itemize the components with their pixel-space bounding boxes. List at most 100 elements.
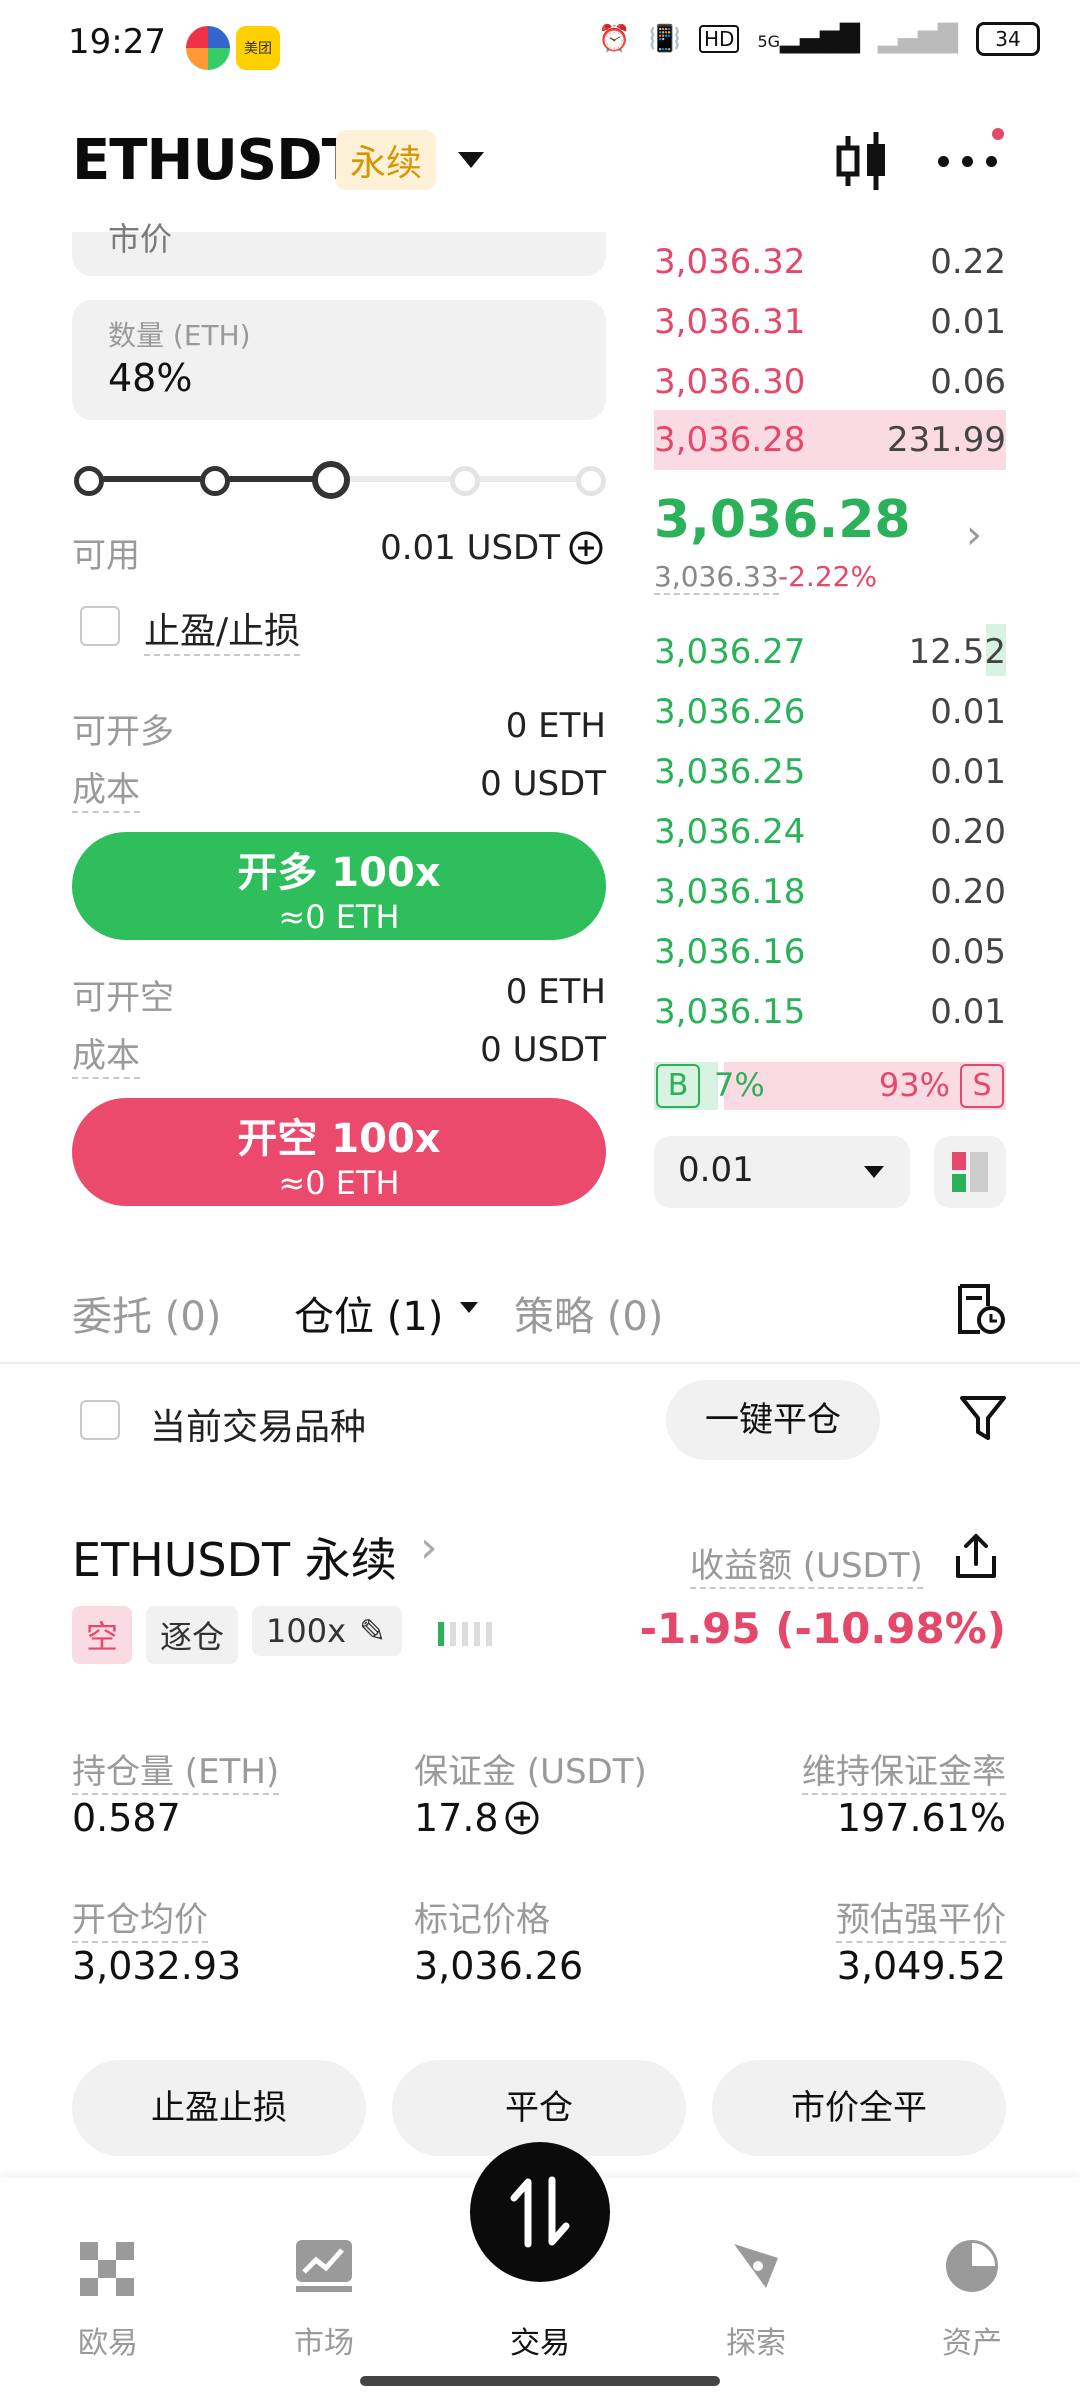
open-short-sub: ≈0 ETH — [278, 1164, 400, 1202]
slider-step-100[interactable] — [576, 466, 606, 496]
slider-step-25[interactable] — [200, 466, 230, 496]
long-available-value: 0 ETH — [505, 706, 606, 746]
leverage-tag[interactable]: 100x ✎ — [252, 1606, 403, 1656]
bid-row[interactable]: 3,036.27 12.52 — [654, 626, 1006, 678]
price-type-field[interactable]: 市价 — [72, 220, 606, 276]
bid-qty: 0.01 — [930, 752, 1006, 792]
vibrate-icon: 📳 — [648, 24, 681, 54]
long-cost-label[interactable]: 成本 — [72, 762, 140, 813]
bid-row[interactable]: 3,036.24 0.20 — [654, 806, 1006, 858]
add-margin-icon[interactable] — [504, 1800, 540, 1836]
bid-qty: 0.05 — [930, 932, 1006, 972]
mmr-label[interactable]: 维持保证金率 — [802, 1744, 1006, 1795]
open-short-button[interactable]: 开空 100x ≈0 ETH — [72, 1098, 606, 1206]
quantity-label: 数量 (ETH) — [108, 319, 251, 352]
bid-row[interactable]: 3,036.26 0.01 — [654, 686, 1006, 738]
buy-sell-ratio-bar: B 7% 93% S — [654, 1062, 1006, 1110]
ask-price: 3,036.31 — [654, 302, 806, 342]
precision-value: 0.01 — [678, 1150, 754, 1190]
ask-row[interactable]: 3,036.32 0.22 — [654, 236, 1006, 288]
open-short-title: 开空 100x — [237, 1116, 441, 1162]
last-price[interactable]: 3,036.28 — [654, 490, 911, 550]
short-cost-label[interactable]: 成本 — [72, 1028, 140, 1079]
nav-home-label: 欧易 — [78, 2326, 138, 2361]
ask-row[interactable]: 3,036.31 0.01 — [654, 296, 1006, 348]
slider-step-0[interactable] — [74, 466, 104, 496]
side-tag: 空 — [72, 1606, 133, 1664]
precision-select[interactable]: 0.01 — [654, 1136, 910, 1208]
slider-step-75[interactable] — [450, 466, 480, 496]
bid-qty: 0.20 — [930, 872, 1006, 912]
add-funds-icon[interactable] — [568, 530, 604, 566]
pnl-value: -1.95 (-10.98%) — [639, 1604, 1006, 1653]
sell-tag: S — [960, 1064, 1004, 1108]
bid-row[interactable]: 3,036.15 0.01 — [654, 986, 1006, 1038]
position-name[interactable]: ETHUSDT 永续 — [72, 1524, 397, 1590]
short-available-label: 可开空 — [72, 978, 174, 1018]
size-label[interactable]: 持仓量 (ETH) — [72, 1744, 280, 1795]
last-price-chevron-icon[interactable]: › — [966, 512, 982, 558]
tab-strategies[interactable]: 策略 (0) — [514, 1284, 663, 1342]
nav-assets[interactable]: 资产 — [892, 2208, 1052, 2361]
orderbook-layout-icon[interactable] — [934, 1136, 1006, 1208]
available-value: 0.01 USDT — [380, 528, 560, 568]
position-chevron-icon[interactable]: › — [420, 1522, 438, 1573]
positions-dropdown-icon[interactable] — [460, 1302, 478, 1313]
bid-row[interactable]: 3,036.16 0.05 — [654, 926, 1006, 978]
nav-home[interactable]: 欧易 — [28, 2208, 188, 2361]
bid-price: 3,036.15 — [654, 992, 806, 1032]
okx-logo-icon — [80, 2242, 134, 2296]
bid-qty: 0.01 — [930, 692, 1006, 732]
bid-price: 3,036.18 — [654, 872, 806, 912]
current-symbol-label[interactable]: 当前交易品种 — [150, 1398, 366, 1450]
market-close-all-button[interactable]: 市价全平 — [712, 2060, 1006, 2156]
bid-price: 3,036.27 — [654, 632, 806, 672]
share-icon[interactable] — [952, 1530, 1000, 1582]
sell-percent: 93% — [878, 1066, 950, 1104]
nav-explore-label: 探索 — [726, 2326, 786, 2361]
edit-icon[interactable]: ✎ — [359, 1612, 386, 1650]
bid-row[interactable]: 3,036.18 0.20 — [654, 866, 1006, 918]
tab-positions[interactable]: 仓位 (1) — [294, 1284, 443, 1342]
ask-price: 3,036.32 — [654, 242, 806, 282]
more-menu-icon[interactable] — [938, 128, 1004, 168]
nav-trade[interactable]: 交易 — [460, 2142, 620, 2361]
tab-orders[interactable]: 委托 (0) — [72, 1284, 221, 1342]
perpetual-badge: 永续 — [336, 130, 437, 190]
nav-market[interactable]: 市场 — [244, 2208, 404, 2361]
slider-handle[interactable] — [312, 461, 350, 499]
margin-value: 17.8 — [414, 1796, 499, 1840]
close-all-button[interactable]: 一键平仓 — [666, 1380, 880, 1460]
quantity-field[interactable]: 数量 (ETH) 48% — [72, 300, 606, 420]
ask-qty: 0.22 — [930, 242, 1006, 282]
filter-icon[interactable] — [958, 1392, 1008, 1444]
bid-price: 3,036.16 — [654, 932, 806, 972]
open-long-button[interactable]: 开多 100x ≈0 ETH — [72, 832, 606, 940]
entry-price-label[interactable]: 开仓均价 — [72, 1892, 208, 1943]
pnl-label[interactable]: 收益额 (USDT) — [690, 1538, 923, 1589]
price-change: -2.22% — [778, 560, 878, 593]
order-history-icon[interactable] — [954, 1282, 1006, 1336]
notification-dot-icon — [992, 128, 1004, 140]
home-indicator[interactable] — [360, 2376, 720, 2386]
ask-row[interactable]: 3,036.30 0.06 — [654, 356, 1006, 408]
symbol-dropdown-icon[interactable] — [458, 152, 484, 168]
nav-explore[interactable]: 探索 — [676, 2208, 836, 2361]
signal2-icon: ▂▄▆█ — [878, 24, 958, 54]
tpsl-checkbox[interactable] — [80, 606, 120, 646]
ask-price: 3,036.28 — [654, 420, 806, 460]
bid-row[interactable]: 3,036.25 0.01 — [654, 746, 1006, 798]
bid-price: 3,036.24 — [654, 812, 806, 852]
candlestick-chart-icon[interactable] — [834, 130, 890, 192]
risk-level-indicator — [438, 1622, 494, 1646]
current-symbol-checkbox[interactable] — [80, 1400, 120, 1440]
long-cost-value: 0 USDT — [480, 764, 606, 804]
tpsl-button[interactable]: 止盈止损 — [72, 2060, 366, 2156]
symbol-title[interactable]: ETHUSDT — [72, 128, 360, 193]
tpsl-label[interactable]: 止盈/止损 — [144, 602, 301, 656]
liq-price-label[interactable]: 预估强平价 — [836, 1892, 1006, 1943]
bid-qty: 0.01 — [930, 992, 1006, 1032]
long-available-label: 可开多 — [72, 712, 174, 752]
ask-row[interactable]: 3,036.28 231.99 — [654, 414, 1006, 466]
battery-icon: 34 — [976, 22, 1040, 56]
